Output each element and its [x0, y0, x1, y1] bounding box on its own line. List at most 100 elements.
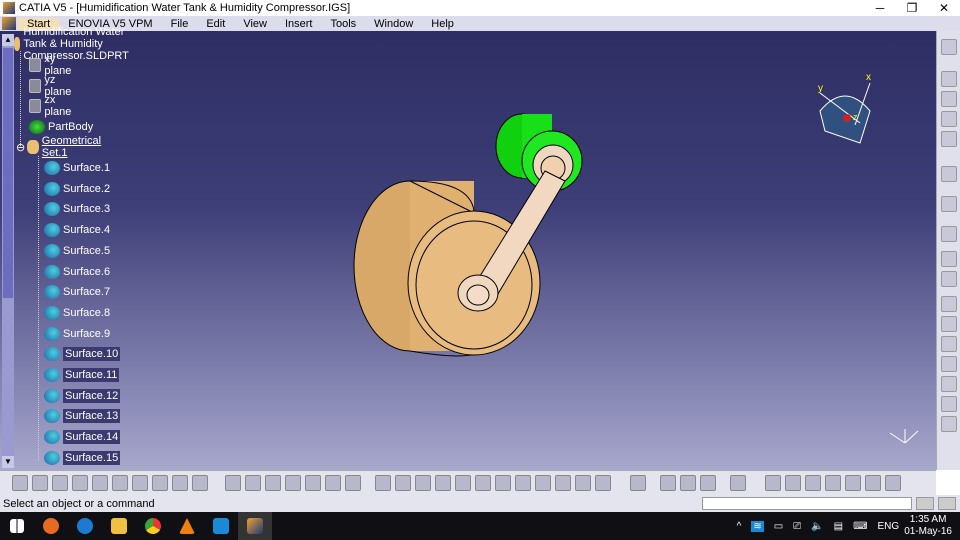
- notification-icon[interactable]: ▤: [834, 521, 843, 532]
- toolbar-button[interactable]: [375, 475, 391, 491]
- wifi-app-icon[interactable]: [204, 512, 238, 540]
- tree-surface-item[interactable]: Surface.1: [44, 159, 110, 177]
- tree-surface-item[interactable]: Surface.8: [44, 304, 110, 322]
- toolbar-button[interactable]: [132, 475, 148, 491]
- status-button-2[interactable]: [938, 497, 956, 510]
- toolbar-button[interactable]: [660, 475, 676, 491]
- toolbar-button[interactable]: [785, 475, 801, 491]
- menu-view[interactable]: View: [234, 18, 276, 30]
- menu-window[interactable]: Window: [365, 18, 422, 30]
- toolbar-button[interactable]: [305, 475, 321, 491]
- toolbar-button[interactable]: [285, 475, 301, 491]
- toolbar-button[interactable]: [395, 475, 411, 491]
- tree-xy-plane[interactable]: xy plane: [29, 53, 75, 77]
- menu-edit[interactable]: Edit: [197, 18, 234, 30]
- toolbar-button[interactable]: [225, 475, 241, 491]
- volume-icon[interactable]: 🔈: [811, 521, 823, 532]
- chrome-icon[interactable]: [136, 512, 170, 540]
- toolbar-button[interactable]: [555, 475, 571, 491]
- toolbar-button[interactable]: [885, 475, 901, 491]
- scroll-up-button[interactable]: ▲: [2, 34, 14, 46]
- right-toolbar-button[interactable]: [941, 166, 957, 182]
- 3d-viewport[interactable]: y x z Humidification Water Tank & Humidi…: [0, 26, 936, 470]
- tree-surface-item[interactable]: Surface.5: [44, 242, 110, 260]
- toolbar-button[interactable]: [700, 475, 716, 491]
- toolbar-button[interactable]: [245, 475, 261, 491]
- right-toolbar-button[interactable]: [941, 111, 957, 127]
- tree-surface-item[interactable]: Surface.13: [44, 407, 121, 425]
- toolbar-button[interactable]: [112, 475, 128, 491]
- edge-icon[interactable]: [68, 512, 102, 540]
- toolbar-button[interactable]: [325, 475, 341, 491]
- toolbar-button[interactable]: [172, 475, 188, 491]
- toolbar-button[interactable]: [72, 475, 88, 491]
- toolbar-button[interactable]: [595, 475, 611, 491]
- language-indicator[interactable]: ENG: [878, 521, 900, 532]
- collapse-icon[interactable]: ⊖: [16, 141, 25, 154]
- menu-file[interactable]: File: [162, 18, 198, 30]
- 3d-model[interactable]: y x z: [0, 31, 936, 470]
- toolbar-button[interactable]: [92, 475, 108, 491]
- toolbar-button[interactable]: [730, 475, 746, 491]
- tree-surface-item[interactable]: Surface.9: [44, 325, 110, 343]
- toolbar-button[interactable]: [535, 475, 551, 491]
- toolbar-button[interactable]: [680, 475, 696, 491]
- menu-tools[interactable]: Tools: [321, 18, 365, 30]
- toolbar-button[interactable]: [192, 475, 208, 491]
- tree-root[interactable]: Humidification Water Tank & Humidity Com…: [14, 26, 139, 62]
- tree-surface-item[interactable]: Surface.11: [44, 366, 120, 384]
- right-toolbar-button[interactable]: [941, 251, 957, 267]
- toolbar-button[interactable]: [32, 475, 48, 491]
- right-toolbar-button[interactable]: [941, 71, 957, 87]
- tree-yz-plane[interactable]: yz plane: [29, 74, 75, 98]
- toolbar-button[interactable]: [575, 475, 591, 491]
- tree-zx-plane[interactable]: zx plane: [29, 94, 75, 118]
- battery-icon[interactable]: ▭: [774, 521, 783, 532]
- toolbar-button[interactable]: [12, 475, 28, 491]
- right-toolbar-button[interactable]: [941, 196, 957, 212]
- right-toolbar-button[interactable]: [941, 356, 957, 372]
- firefox-icon[interactable]: [34, 512, 68, 540]
- tree-surface-item[interactable]: Surface.2: [44, 180, 110, 198]
- right-toolbar-button[interactable]: [941, 416, 957, 432]
- keyboard-icon[interactable]: ⌨: [853, 521, 867, 532]
- network-icon[interactable]: ⎚: [793, 521, 801, 532]
- file-explorer-icon[interactable]: [102, 512, 136, 540]
- right-toolbar-button[interactable]: [941, 396, 957, 412]
- toolbar-button[interactable]: [865, 475, 881, 491]
- toolbar-button[interactable]: [265, 475, 281, 491]
- tree-surface-item[interactable]: Surface.10: [44, 345, 121, 363]
- toolbar-button[interactable]: [475, 475, 491, 491]
- tree-partbody[interactable]: PartBody: [29, 118, 93, 136]
- toolbar-button[interactable]: [515, 475, 531, 491]
- tray-chevron-icon[interactable]: ^: [737, 521, 742, 532]
- toolbar-button[interactable]: [455, 475, 471, 491]
- right-toolbar-button[interactable]: [941, 91, 957, 107]
- toolbar-button[interactable]: [805, 475, 821, 491]
- right-toolbar-button[interactable]: [941, 296, 957, 312]
- clock[interactable]: 1:35 AM 01-May-16: [904, 514, 952, 538]
- scroll-thumb[interactable]: [3, 48, 13, 298]
- menu-help[interactable]: Help: [422, 18, 463, 30]
- toolbar-button[interactable]: [495, 475, 511, 491]
- toolbar-button[interactable]: [415, 475, 431, 491]
- scroll-down-button[interactable]: ▼: [2, 456, 14, 468]
- compass[interactable]: y x z: [818, 72, 871, 144]
- minimize-button[interactable]: ─: [864, 0, 896, 16]
- restore-button[interactable]: ❐: [896, 0, 928, 16]
- tree-surface-item[interactable]: Surface.4: [44, 221, 110, 239]
- toolbar-button[interactable]: [52, 475, 68, 491]
- tree-surface-item[interactable]: Surface.14: [44, 428, 121, 446]
- catia-taskbar-icon[interactable]: [238, 512, 272, 540]
- right-toolbar-button[interactable]: [941, 131, 957, 147]
- vlc-icon[interactable]: [170, 512, 204, 540]
- right-toolbar-button[interactable]: [941, 316, 957, 332]
- tree-scrollbar[interactable]: ▲ ▼: [2, 34, 14, 468]
- tree-surface-item[interactable]: Surface.7: [44, 283, 110, 301]
- wifi-icon[interactable]: ≋: [751, 520, 764, 532]
- tree-surface-item[interactable]: Surface.6: [44, 263, 110, 281]
- status-button-1[interactable]: [916, 497, 934, 510]
- toolbar-button[interactable]: [345, 475, 361, 491]
- toolbar-button[interactable]: [152, 475, 168, 491]
- close-button[interactable]: ✕: [928, 0, 960, 16]
